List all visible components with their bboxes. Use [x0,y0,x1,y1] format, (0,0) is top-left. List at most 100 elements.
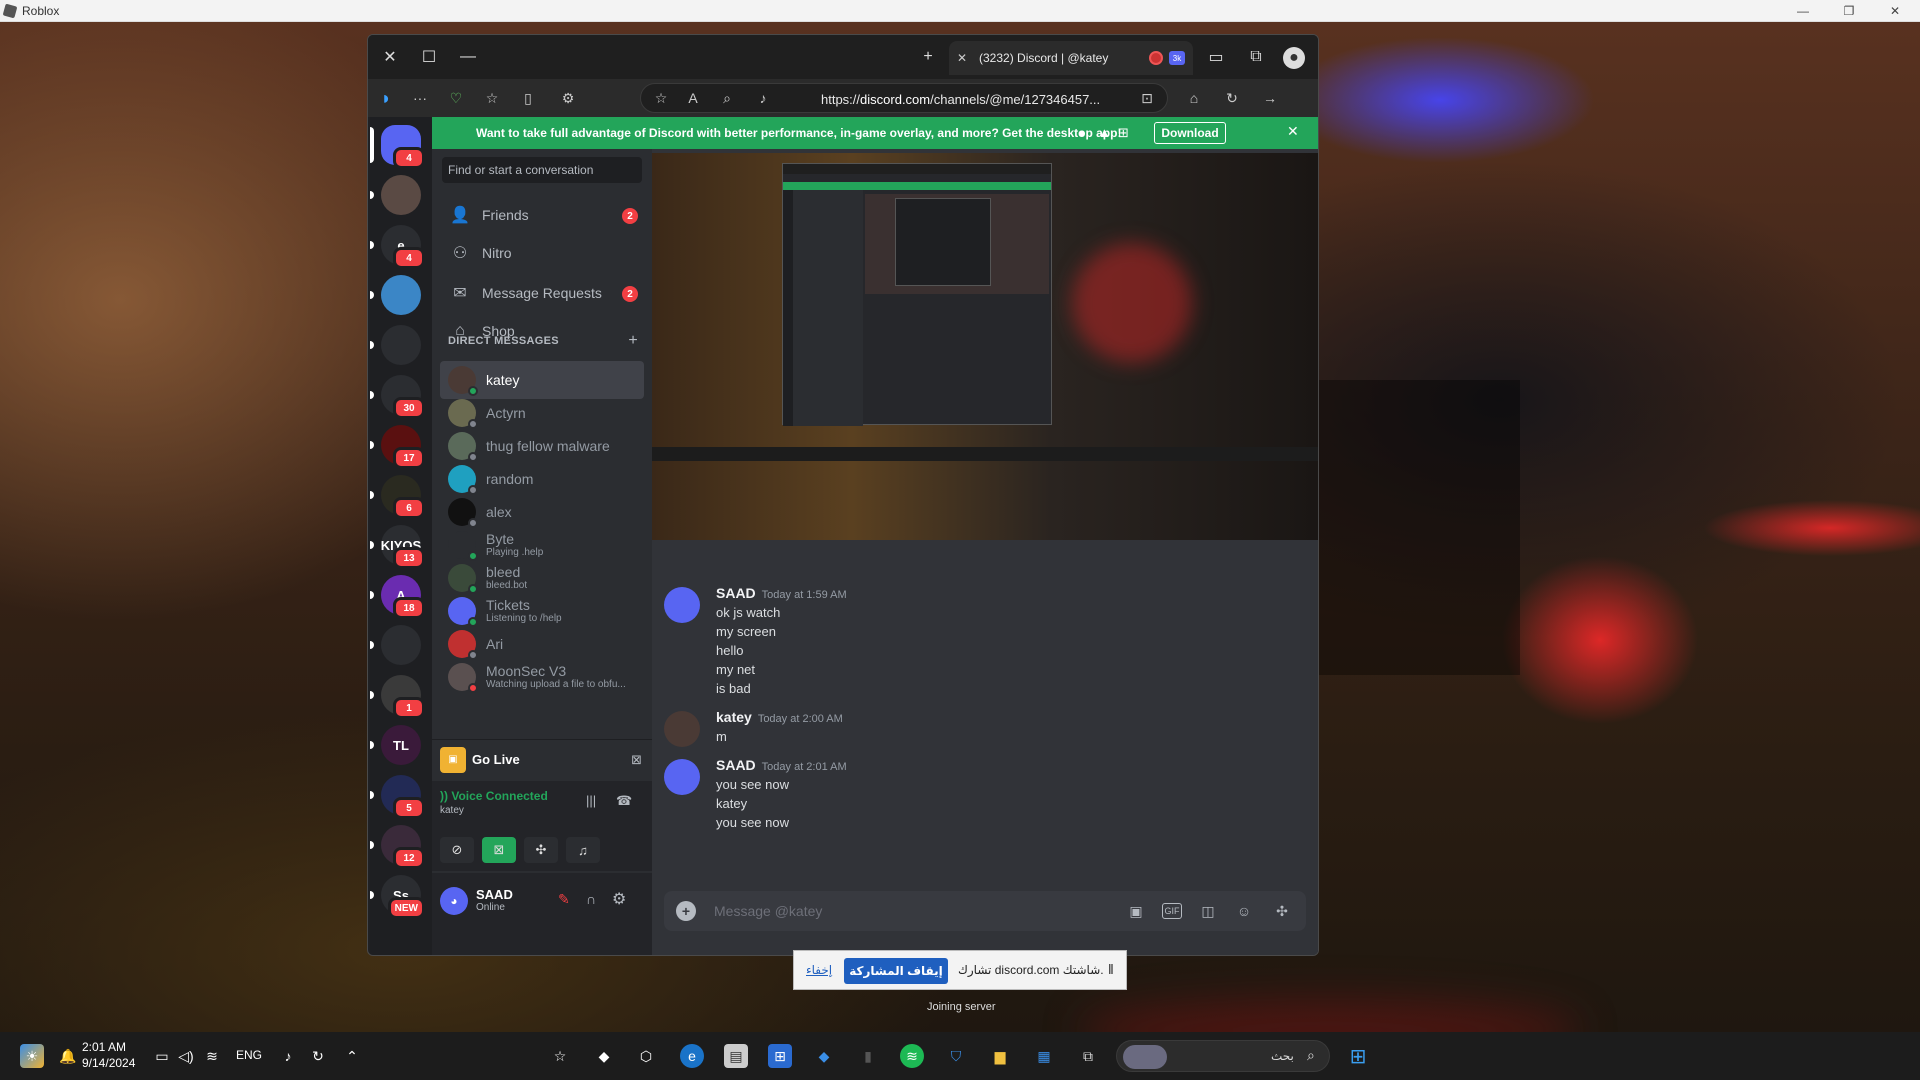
store-icon[interactable]: ⊞ [768,1044,792,1068]
widgets-icon[interactable]: ☀ [20,1044,44,1068]
message-avatar[interactable] [664,587,700,623]
start-icon[interactable]: ⊞ [1346,1044,1370,1068]
drag-handle-icon[interactable]: ‖ [1108,961,1114,977]
gif-icon[interactable]: GIF [1162,903,1182,919]
attach-icon[interactable]: + [676,901,696,921]
message-author[interactable]: SAAD [716,757,756,773]
sync-icon[interactable]: ↻ [306,1044,330,1068]
server-icon[interactable]: TL [381,725,421,765]
server-icon[interactable]: 30 [381,375,425,419]
server-icon[interactable]: 17 [381,425,425,469]
close-window-icon[interactable]: ✕ [380,47,400,67]
address-bar[interactable]: ☆ A ⌕ ♪ https://discord.com/channels/@me… [640,83,1168,113]
edge-icon[interactable]: e [680,1044,704,1068]
wifi-icon[interactable]: ≋ [200,1044,224,1068]
battery-icon[interactable]: ▭ [150,1044,174,1068]
bitwarden-icon[interactable]: ⛉ [944,1044,968,1068]
server-icon[interactable]: 12 [381,825,425,869]
zoom-icon[interactable]: ⌕ [717,88,737,108]
create-dm-icon[interactable]: + [628,332,638,350]
roblox-icon[interactable]: ◆ [592,1044,616,1068]
download-button[interactable]: Download [1154,122,1226,144]
server-icon[interactable]: KIYOS 13 [381,525,425,569]
volume-icon[interactable]: ◁) [174,1044,198,1068]
workspaces-icon[interactable]: ⧉ [1246,47,1266,67]
file-explorer-icon[interactable]: ▆ [988,1044,1012,1068]
nav-friends[interactable]: 👤 Friends 2 [440,197,644,233]
gift-icon[interactable]: ▣ [1126,901,1146,921]
maximize-icon[interactable]: ❐ [1826,0,1872,22]
language-indicator[interactable]: ENG [236,1048,262,1062]
app-icon[interactable]: ▮ [856,1044,880,1068]
extensions-icon[interactable]: ⚙ [558,88,578,108]
message-avatar[interactable] [664,711,700,747]
close-icon[interactable]: ✕ [1872,0,1918,22]
minimize-window-icon[interactable]: — [458,47,478,67]
hide-link[interactable]: إخفاء [806,963,832,977]
restore-window-icon[interactable]: ☐ [419,47,439,67]
notepad-icon[interactable]: ▤ [724,1044,748,1068]
user-avatar[interactable]: ◕ [440,887,468,915]
lock-icon[interactable]: ⊡ [1137,88,1157,108]
server-icon[interactable] [381,275,421,315]
spotify-icon[interactable]: ≋ [900,1044,924,1068]
tab-close-icon[interactable]: ✕ [957,51,973,65]
message-input[interactable]: Message @katey [714,903,822,919]
taskbar-search[interactable]: بحث ⌕ [1116,1040,1330,1072]
read-aloud-icon[interactable]: A [683,88,703,108]
soundboard-icon[interactable]: ♫ [566,837,600,863]
camera-icon[interactable]: ⊘ [440,837,474,863]
screen-share-icon[interactable]: ⊠ [631,752,642,768]
message-composer[interactable]: + Message @katey ▣ GIF ◫ ☺ ✣ [664,891,1306,931]
clock-time[interactable]: 2:01 AM [82,1040,126,1054]
task-view-icon[interactable]: ⧉ [1076,1044,1100,1068]
settings-icon[interactable]: ⚙ [612,889,626,909]
server-icon[interactable] [381,175,421,215]
clock-date[interactable]: 9/14/2024 [82,1056,135,1070]
search-input[interactable]: Find or start a conversation [442,157,642,183]
stop-sharing-button[interactable]: إيقاف المشاركة [844,958,948,984]
minimize-icon[interactable]: — [1780,0,1826,22]
message-author[interactable]: SAAD [716,585,756,601]
notification-icon[interactable]: 🔔 [56,1044,80,1068]
copilot-icon[interactable]: ◗ [376,88,396,108]
server-icon[interactable]: 1 [381,675,425,719]
forward-icon[interactable]: → [1260,88,1280,108]
server-icon[interactable]: 4 [381,125,425,169]
server-icon[interactable]: A 18 [381,575,425,619]
disconnect-icon[interactable]: ☎ [616,793,632,809]
message-avatar[interactable] [664,759,700,795]
home-icon[interactable]: ⌂ [1184,88,1204,108]
apps-icon[interactable]: ✣ [1272,901,1292,921]
new-tab-icon[interactable]: + [918,47,938,67]
noise-suppression-icon[interactable]: ||| [586,793,596,808]
tab-discord[interactable]: ✕ (3232) Discord | @katey 3k [949,41,1193,75]
notes-icon[interactable]: ▦ [1032,1044,1056,1068]
health-icon[interactable]: ♡ [446,88,466,108]
stream-preview[interactable] [652,153,1318,540]
nav-message-requests[interactable]: ✉ Message Requests 2 [440,275,644,311]
dm-item[interactable]: MoonSec V3 Watching upload a file to obfu… [440,658,644,696]
server-icon[interactable] [381,625,421,665]
go-live-bar[interactable]: ▣ Go Live ⊠ [432,739,652,779]
mic-muted-icon[interactable]: ✎ [558,891,570,908]
dropbox-icon[interactable]: ◆ [812,1044,836,1068]
mic-icon[interactable]: ♪ [753,88,773,108]
profile-icon[interactable]: ● [1283,47,1305,69]
message-author[interactable]: katey [716,709,752,725]
share-screen-icon[interactable]: ⊠ [482,837,516,863]
banner-close-icon[interactable]: ✕ [1287,123,1299,140]
server-icon[interactable]: Ss NEW [381,875,425,919]
chevron-up-icon[interactable]: ⌃ [340,1044,364,1068]
server-icon[interactable] [381,325,421,365]
activity-icon[interactable]: ✣ [524,837,558,863]
split-screen-icon[interactable]: ▯ [518,88,538,108]
more-icon[interactable]: ··· [410,88,430,108]
sticker-icon[interactable]: ◫ [1198,901,1218,921]
server-icon[interactable]: 5 [381,775,425,819]
tab-actions-icon[interactable]: ▭ [1206,47,1226,67]
mic-tray-icon[interactable]: ♪ [276,1044,300,1068]
refresh-icon[interactable]: ↻ [1222,88,1242,108]
nav-nitro[interactable]: ⚇ Nitro [440,235,644,271]
star-icon[interactable]: ☆ [651,88,671,108]
